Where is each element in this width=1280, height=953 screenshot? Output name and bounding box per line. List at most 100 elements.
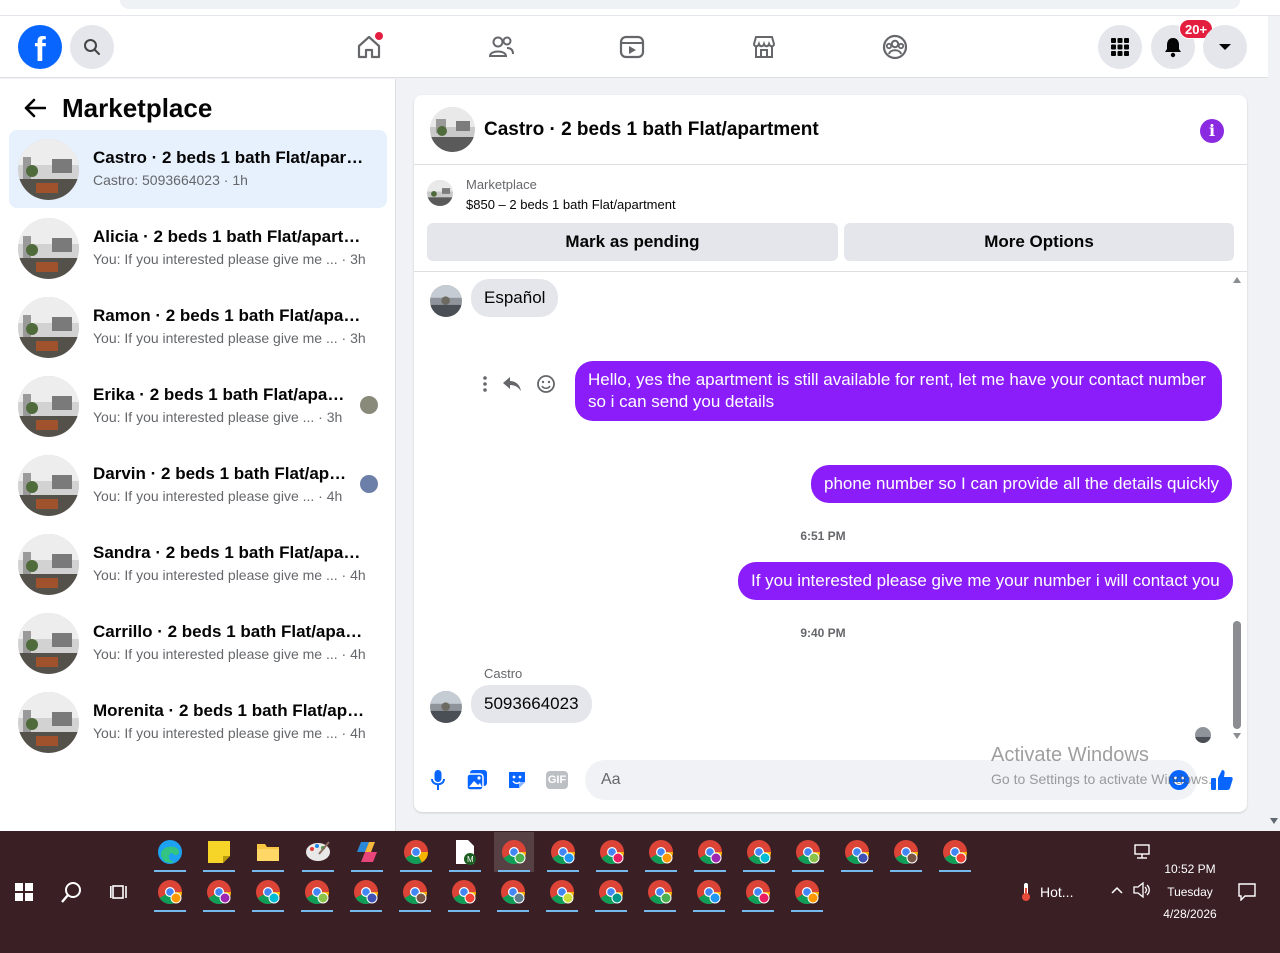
clock-day[interactable]: Tuesday (1160, 885, 1220, 899)
activate-windows-watermark: Activate Windows Go to Settings to activ… (991, 744, 1212, 787)
chrome-profile-app[interactable] (641, 832, 681, 872)
chrome-profile-app[interactable] (837, 832, 877, 872)
copilot-app[interactable] (347, 832, 387, 872)
chrome-profile-app[interactable] (248, 872, 288, 912)
home-tab[interactable] (353, 31, 385, 63)
conversation-item[interactable]: Castro · 2 beds 1 bath Flat/apartment Cas… (9, 130, 387, 208)
conversation-item[interactable]: Darvin · 2 beds 1 bath Flat/apartment You… (9, 446, 387, 524)
conversation-item[interactable]: Ramon · 2 beds 1 bath Flat/apartment You:… (9, 288, 387, 366)
outgoing-message[interactable]: Hello, yes the apartment is still availa… (575, 361, 1222, 421)
chrome-profile-app[interactable] (787, 872, 827, 912)
speaker-icon[interactable] (1133, 882, 1151, 898)
listing-thumbnail (18, 297, 79, 358)
chrome-profile-app[interactable] (640, 872, 680, 912)
chrome-profile-app[interactable] (494, 832, 534, 872)
outgoing-message[interactable]: If you interested please give me your nu… (738, 562, 1233, 600)
back-arrow-icon[interactable] (24, 98, 46, 118)
chrome-profile-app[interactable] (150, 872, 190, 912)
listing-label: Marketplace (466, 177, 537, 192)
listing-thumbnail[interactable] (427, 180, 453, 206)
contact-avatar[interactable] (430, 691, 462, 723)
chrome-profile-app[interactable] (395, 872, 435, 912)
voice-clip-button[interactable] (426, 768, 450, 792)
conversation-item[interactable]: Sandra · 2 beds 1 bath Flat/apartment You… (9, 525, 387, 603)
mark-as-pending-button[interactable]: Mark as pending (427, 223, 838, 261)
message-hover-tools (482, 374, 556, 394)
marketplace-tab[interactable] (748, 31, 780, 63)
network-icon-button[interactable] (1122, 837, 1162, 867)
chrome-profile-app[interactable] (591, 872, 631, 912)
chrome-profile-app[interactable] (542, 872, 582, 912)
file-explorer-app[interactable] (248, 832, 288, 872)
search-button[interactable] (70, 25, 114, 69)
chrome-icon (698, 840, 722, 865)
more-options-button[interactable]: More Options (844, 223, 1234, 261)
account-button[interactable] (1203, 25, 1247, 69)
chrome-profile-app[interactable] (886, 832, 926, 872)
like-button[interactable] (1210, 768, 1234, 792)
chat-avatar[interactable] (430, 107, 475, 152)
more-vertical-icon[interactable] (482, 375, 488, 393)
video-tab[interactable] (616, 31, 648, 63)
chrome-profile-app[interactable] (690, 832, 730, 872)
chrome-profile-app[interactable] (297, 872, 337, 912)
conversation-item[interactable]: Alicia · 2 beds 1 bath Flat/apartment You… (9, 209, 387, 287)
incoming-message[interactable]: 5093664023 (471, 685, 592, 723)
contact-avatar[interactable] (430, 285, 462, 317)
thread-scroll-thumb[interactable] (1233, 621, 1241, 729)
start-button[interactable] (4, 872, 44, 912)
edge-app[interactable] (150, 832, 190, 872)
friends-tab[interactable] (485, 31, 517, 63)
incoming-message[interactable]: Español (471, 279, 559, 317)
chrome-profile-app[interactable] (788, 832, 828, 872)
attach-photo-button[interactable] (465, 768, 489, 792)
chrome-profile-app[interactable] (543, 832, 583, 872)
conversation-item[interactable]: Erika · 2 beds 1 bath Flat/apartment You:… (9, 367, 387, 445)
chrome-profile-app[interactable] (444, 872, 484, 912)
address-bar[interactable] (120, 0, 1240, 9)
sticker-button[interactable] (505, 768, 529, 792)
listing-price[interactable]: $850 – 2 beds 1 bath Flat/apartment (466, 197, 676, 212)
taskbar-search-button[interactable] (52, 872, 92, 912)
conversation-preview: You: If you interested please give ... ·… (93, 409, 343, 425)
scroll-down-arrow-icon[interactable] (1233, 733, 1241, 739)
sticky-notes-icon (208, 841, 230, 863)
chrome-profile-app[interactable] (346, 872, 386, 912)
bell-icon (1165, 38, 1181, 58)
chrome-profile-app[interactable] (493, 872, 533, 912)
chevron-up-icon[interactable] (1111, 886, 1123, 894)
info-icon[interactable]: i (1200, 119, 1224, 143)
gif-button[interactable]: GIF (545, 768, 569, 792)
mail-doc-app[interactable]: M (445, 832, 485, 872)
chrome-profile-app[interactable] (739, 832, 779, 872)
react-emoji-icon[interactable] (536, 374, 556, 394)
chrome-icon (158, 880, 182, 905)
task-view-button[interactable] (100, 872, 140, 912)
chrome-profile-app[interactable] (689, 872, 729, 912)
scroll-up-arrow-icon[interactable] (1233, 277, 1241, 283)
conversation-item[interactable]: Carrillo · 2 beds 1 bath Flat/apartment Y… (9, 604, 387, 682)
weather-widget[interactable]: Hot... (1020, 882, 1073, 902)
notification-center-icon[interactable] (1238, 883, 1256, 901)
chrome-app[interactable] (396, 832, 436, 872)
groups-tab[interactable] (879, 31, 911, 63)
running-indicator (301, 910, 333, 912)
menu-button[interactable] (1098, 25, 1142, 69)
paint-app[interactable] (298, 832, 338, 872)
scroll-down-arrow-icon[interactable] (1270, 818, 1278, 824)
clock-date[interactable]: 4/28/2026 (1156, 907, 1224, 921)
page-scrollbar[interactable] (1268, 16, 1280, 831)
facebook-logo[interactable]: f (18, 25, 62, 69)
thumbs-up-icon (1211, 770, 1233, 790)
outgoing-message[interactable]: phone number so I can provide all the de… (811, 465, 1233, 503)
sticky-notes-app[interactable] (199, 832, 239, 872)
chrome-profile-app[interactable] (935, 832, 975, 872)
clock-time[interactable]: 10:52 PM (1160, 862, 1220, 876)
conversation-item[interactable]: Morenita · 2 beds 1 bath Flat/apartment Y… (9, 683, 387, 761)
reply-icon[interactable] (502, 375, 522, 393)
chrome-profile-app[interactable] (592, 832, 632, 872)
chrome-profile-app[interactable] (199, 872, 239, 912)
chrome-icon (747, 840, 771, 865)
chrome-profile-app[interactable] (738, 872, 778, 912)
message-thread[interactable]: Español Hello, yes the apartment is stil… (414, 273, 1247, 745)
